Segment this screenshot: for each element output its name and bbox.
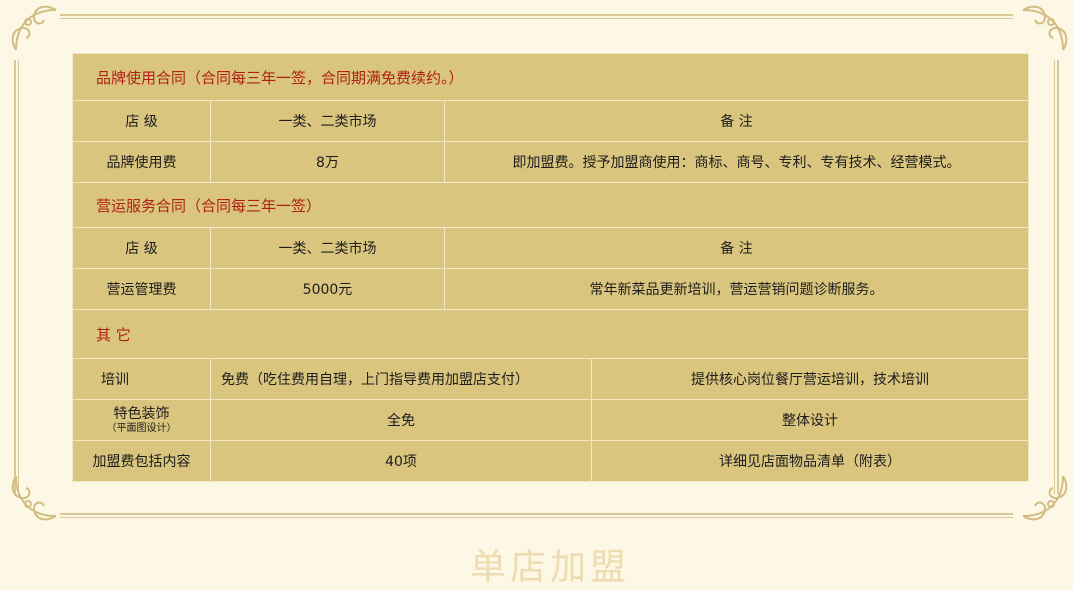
frame-left-line-inner <box>18 60 19 494</box>
brand-fee-label: 品牌使用费 <box>72 141 211 183</box>
other-row-value: 40项 <box>210 440 592 482</box>
frame-bottom-line-inner <box>60 517 1013 518</box>
other-row-label: 特色装饰 <box>113 406 170 422</box>
header-note: 备 注 <box>443 100 1030 142</box>
ops-fee-label: 营运管理费 <box>72 268 211 310</box>
other-row-note: 详细见店面物品清单（附表） <box>590 440 1030 482</box>
header-level: 店 级 <box>72 100 211 142</box>
frame-top-line-inner <box>60 18 1013 19</box>
brand-fee-value: 8万 <box>210 141 445 183</box>
brand-fee-note: 即加盟费。授予加盟商使用：商标、商号、专利、专有技术、经营模式。 <box>443 141 1030 183</box>
other-row-note: 提供核心岗位餐厅营运培训，技术培训 <box>590 358 1030 400</box>
other-row-label-cell: 特色装饰 （平面图设计） <box>72 399 211 441</box>
ops-fee-note: 常年新菜品更新培训，营运营销问题诊断服务。 <box>443 268 1030 310</box>
frame-bottom-line <box>60 513 1013 515</box>
other-row-label: 加盟费包括内容 <box>72 440 211 482</box>
header-level: 店 级 <box>72 227 211 269</box>
fee-table-container: 品牌使用合同（合同每三年一签，合同期满免费续约。） 店 级 一类、二类市场 备 … <box>71 53 1030 482</box>
corner-ornament-icon <box>6 0 66 60</box>
brand-contract-title: 品牌使用合同（合同每三年一签，合同期满免费续约。） <box>71 53 1030 101</box>
ops-contract-title: 营运服务合同（合同每三年一签） <box>71 182 1030 228</box>
fee-table: 品牌使用合同（合同每三年一签，合同期满免费续约。） 店 级 一类、二类市场 备 … <box>71 53 1030 482</box>
header-note: 备 注 <box>443 227 1030 269</box>
frame-top-line <box>60 14 1013 16</box>
header-market: 一类、二类市场 <box>210 100 445 142</box>
frame-right-line <box>1057 60 1059 494</box>
corner-ornament-icon <box>6 466 66 526</box>
other-row-label: 培训 <box>72 358 211 400</box>
section-heading-partial: 单店加盟 <box>470 547 631 588</box>
other-title: 其 它 <box>71 309 1030 359</box>
header-market: 一类、二类市场 <box>210 227 445 269</box>
frame-right-line-inner <box>1054 60 1055 494</box>
other-row-value: 全免 <box>210 399 592 441</box>
frame-left-line <box>14 60 16 494</box>
other-row-note: 整体设计 <box>590 399 1030 441</box>
other-row-label-note: （平面图设计） <box>106 423 177 434</box>
ops-fee-value: 5000元 <box>210 268 445 310</box>
other-row-value: 免费（吃住费用自理，上门指导费用加盟店支付） <box>210 358 592 400</box>
corner-ornament-icon <box>1013 0 1073 60</box>
